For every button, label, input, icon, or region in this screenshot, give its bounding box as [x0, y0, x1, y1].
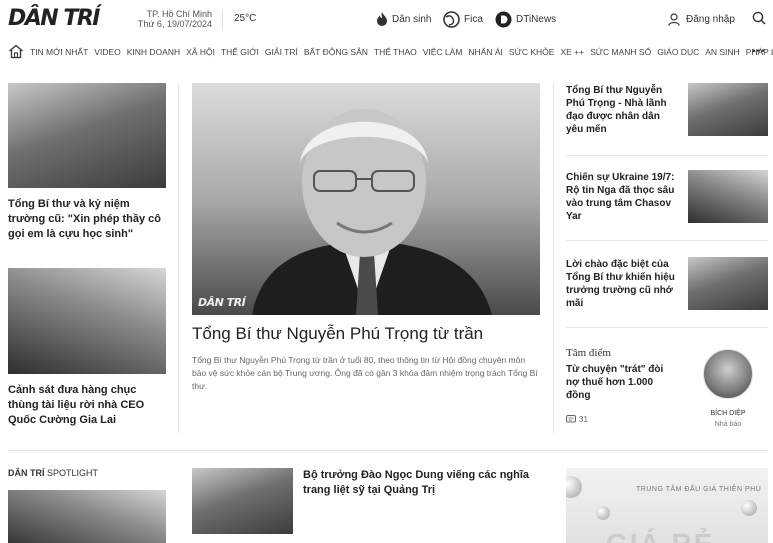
advertisement[interactable]: TRUNG TÂM ĐẤU GIÁ THIÊN PHÚ GIÁ RẺ	[566, 468, 768, 543]
article-title[interactable]: Chiến sự Ukraine 19/7: Rộ tin Nga đã thọ…	[566, 171, 678, 223]
row-divider	[566, 155, 768, 156]
location-date: TP. Hồ Chí Minh Thứ 6, 19/07/2024	[126, 9, 212, 29]
nav-item[interactable]: GIẢI TRÍ	[265, 47, 298, 57]
comment-icon	[566, 415, 576, 423]
opinion-title[interactable]: Từ chuyện "trát" đòi nợ thuế hơn 1.000 đ…	[566, 363, 678, 402]
nav-item[interactable]: KINH DOANH	[127, 47, 180, 57]
temperature-label: 25°C	[234, 13, 257, 24]
column-divider	[553, 83, 554, 433]
comment-count-value: 31	[579, 415, 588, 424]
row-divider	[566, 240, 768, 241]
nav-item[interactable]: SỨC KHỎE	[509, 47, 555, 57]
nav-item[interactable]: VIỆC LÀM	[423, 47, 463, 57]
d-logo-icon	[495, 11, 512, 27]
nav-item[interactable]: THỂ THAO	[374, 47, 417, 57]
section-label[interactable]: Tâm điểm	[566, 347, 611, 359]
article-thumbnail[interactable]	[688, 257, 768, 310]
ad-headline: GIÁ RẺ	[606, 528, 714, 543]
author-avatar[interactable]	[703, 349, 753, 399]
location-label: TP. Hồ Chí Minh	[146, 9, 212, 19]
login-label: Đăng nhập	[686, 13, 735, 25]
comment-count[interactable]: 31	[566, 415, 588, 424]
spotlight-brand: DÂN TRÍ	[8, 468, 45, 478]
row-divider	[566, 327, 768, 328]
nav-item[interactable]: GIÁO DỤC	[657, 47, 699, 57]
main-nav: TIN MỚI NHẤT VIDEO KINH DOANH XÃ HỘI THẾ…	[30, 47, 773, 57]
article-thumbnail[interactable]	[192, 468, 293, 534]
section-divider	[8, 450, 768, 451]
date-label: Thứ 6, 19/07/2024	[137, 19, 212, 29]
article-thumbnail[interactable]	[8, 268, 166, 374]
nav-item[interactable]: XÃ HỘI	[186, 47, 215, 57]
nav-item[interactable]: SỨC MẠNH SỐ	[590, 47, 651, 57]
top-bar: DÂN TRÍ TP. Hồ Chí Minh Thứ 6, 19/07/202…	[0, 0, 773, 38]
nav-item[interactable]: NHÂN ÁI	[468, 47, 502, 57]
more-menu-button[interactable]: •••	[752, 46, 766, 57]
spotlight-thumbnail[interactable]	[8, 490, 166, 543]
article-title[interactable]: Lời chào đặc biệt của Tổng Bí thư khiến …	[566, 258, 678, 310]
portrait-illustration	[252, 109, 492, 315]
home-icon[interactable]	[8, 44, 24, 59]
author-role: Nhà báo	[714, 421, 742, 428]
divider	[222, 10, 223, 30]
article-thumbnail[interactable]	[8, 83, 166, 188]
ad-decoration	[566, 476, 582, 498]
dan-sinh-label: Dân sinh	[392, 13, 432, 25]
globe-icon	[443, 10, 460, 28]
dtinews-link[interactable]: DTiNews	[495, 10, 556, 28]
nav-item[interactable]: TIN MỚI NHẤT	[30, 47, 88, 57]
hero-summary: Tổng Bí thư Nguyễn Phú Trọng từ trần ở t…	[192, 355, 538, 391]
article-thumbnail[interactable]	[688, 170, 768, 223]
nav-item[interactable]: THẾ GIỚI	[221, 47, 259, 57]
dan-sinh-link[interactable]: Dân sinh	[376, 10, 431, 28]
flame-icon	[377, 12, 387, 26]
hero-watermark: DÂN TRÍ	[198, 296, 246, 309]
nav-item[interactable]: XE ++	[560, 47, 584, 57]
login-button[interactable]: Đăng nhập	[668, 10, 735, 28]
fica-link[interactable]: Fica	[443, 10, 483, 28]
nav-item[interactable]: BẤT ĐỘNG SẢN	[304, 47, 368, 57]
ad-decoration	[741, 500, 757, 516]
article-thumbnail[interactable]	[688, 83, 768, 136]
fica-label: Fica	[464, 13, 483, 25]
article-title[interactable]: Tổng Bí thư Nguyễn Phú Trọng - Nhà lãnh …	[566, 84, 678, 136]
site-logo[interactable]: DÂN TRÍ	[8, 6, 101, 31]
article-title[interactable]: Bộ trưởng Đào Ngọc Dung viếng các nghĩa …	[303, 468, 539, 498]
spotlight-heading[interactable]: DÂN TRÍ SPOTLIGHT	[8, 468, 98, 478]
user-icon	[668, 12, 680, 26]
dtinews-label: DTiNews	[516, 13, 557, 25]
search-icon[interactable]	[752, 11, 766, 25]
hero-image[interactable]: DÂN TRÍ	[192, 83, 540, 315]
nav-item[interactable]: VIDEO	[94, 47, 120, 57]
ad-brand: TRUNG TÂM ĐẤU GIÁ THIÊN PHÚ	[636, 486, 762, 493]
author-name[interactable]: BÍCH DIỆP	[693, 410, 763, 417]
column-divider	[178, 83, 179, 433]
hero-title[interactable]: Tổng Bí thư Nguyễn Phú Trọng từ trần	[192, 324, 483, 344]
article-title[interactable]: Cảnh sát đưa hàng chục thùng tài liệu rờ…	[8, 383, 168, 428]
article-title[interactable]: Tổng Bí thư và kỷ niệm trường cũ: "Xin p…	[8, 197, 168, 242]
ad-decoration	[596, 506, 610, 520]
spotlight-label: SPOTLIGHT	[47, 468, 99, 478]
nav-item[interactable]: AN SINH	[705, 47, 739, 57]
